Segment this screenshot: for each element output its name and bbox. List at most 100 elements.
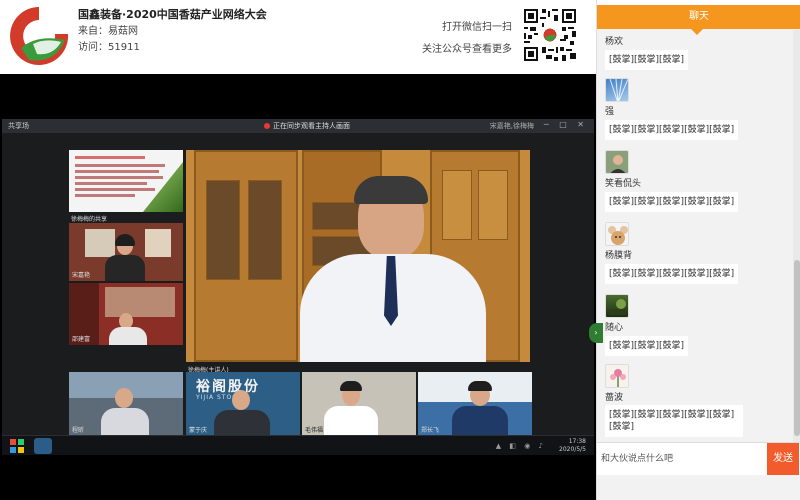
wall-poster (85, 229, 115, 257)
page-title: 国鑫装备·2020中国香菇产业网络大会 (78, 8, 267, 21)
wechat-scan-hint: 打开微信扫一扫 (442, 22, 512, 33)
participant-body (214, 410, 270, 436)
chat-bubble: [鼓掌][鼓掌][鼓掌][鼓掌][鼓掌] (605, 264, 739, 284)
chat-panel: 聊天 杨欢 [鼓掌][鼓掌][鼓掌] 强 [鼓掌][鼓掌][鼓掌][鼓掌][鼓掌… (589, 0, 800, 500)
page-header: 国鑫装备·2020中国香菇产业网络大会 来自：易菇网 访问：51911 打开微信… (0, 0, 596, 74)
system-tray-icons[interactable]: ▲ ◧ ◉ ♪ (496, 442, 546, 450)
chat-message: 笑看侃头 [鼓掌][鼓掌][鼓掌][鼓掌][鼓掌] (605, 150, 739, 212)
participant-tile-p1[interactable]: 宋嘉艳 (69, 223, 183, 281)
chat-username[interactable]: 随心 (605, 320, 688, 333)
tab-chat[interactable]: 聊天 (597, 5, 800, 29)
chat-scroll-thumb[interactable] (794, 260, 800, 436)
chat-message: 杨膜背 [鼓掌][鼓掌][鼓掌][鼓掌][鼓掌] (605, 222, 739, 284)
participant-hair (340, 381, 362, 391)
chat-message: 强 [鼓掌][鼓掌][鼓掌][鼓掌][鼓掌] (605, 78, 739, 140)
participant-label-b3: 毛伟福 (305, 427, 324, 434)
chat-message: 杨欢 [鼓掌][鼓掌][鼓掌] (605, 32, 689, 70)
doc-text-line (75, 194, 135, 197)
shared-document-tile[interactable] (69, 150, 183, 212)
brand-logo (8, 5, 70, 67)
participant-face (115, 388, 133, 408)
meeting-app-icon[interactable] (34, 438, 52, 454)
participant-label-p2: 邵建富 (72, 336, 91, 343)
collapse-chat-icon[interactable]: › (589, 323, 603, 343)
views-label: 访问： (78, 42, 108, 53)
chat-bubble: [鼓掌][鼓掌][鼓掌] (605, 336, 689, 356)
person-icon (610, 155, 626, 173)
conference-grid: 徐梅梅的共享 宋嘉艳 邵建富 徐梅梅(主讲人) 程昕 裕阁股份 YIJIA ST… (2, 133, 594, 436)
person-avatar[interactable] (605, 150, 629, 174)
participant-tile-b2[interactable]: 裕阁股份 YIJIA STOCK 蒙于庆 (186, 372, 300, 436)
participant-hair (468, 381, 492, 391)
clock-time: 17:38 (568, 438, 586, 445)
nature-icon (610, 299, 626, 315)
participant-body (101, 408, 149, 436)
views-count: 51911 (108, 42, 140, 53)
light-rays-icon (609, 79, 628, 101)
share-label: 共享场 (8, 122, 29, 130)
send-button[interactable]: 发送 (767, 443, 799, 475)
chat-message: 蔷波 [鼓掌][鼓掌][鼓掌][鼓掌][鼓掌][鼓掌] (605, 364, 743, 437)
participant-label-b1: 程昕 (72, 427, 85, 434)
participant-label-shared: 徐梅梅的共享 (71, 216, 108, 223)
flower-icon (610, 369, 626, 387)
participant-body (324, 406, 378, 436)
doc-text-line (75, 164, 165, 167)
doc-text-line (75, 182, 147, 185)
room-wall (105, 287, 175, 317)
sync-status-text: 正在同步观看主持人画面 (273, 122, 350, 130)
chat-input-row: 发送 (597, 442, 800, 475)
record-icon (264, 123, 270, 129)
flower-avatar[interactable] (605, 364, 629, 388)
participant-hair (115, 234, 135, 246)
wall-poster (145, 229, 171, 257)
window-controls-icon[interactable]: ─ □ ✕ (544, 120, 588, 129)
doc-text-line (75, 176, 163, 179)
participant-tile-b3[interactable]: 毛伟福 (302, 372, 416, 436)
participant-label-p1: 宋嘉艳 (72, 272, 91, 279)
chat-bubble: [鼓掌][鼓掌][鼓掌][鼓掌][鼓掌] (605, 192, 739, 212)
chat-message: 随心 [鼓掌][鼓掌][鼓掌] (605, 294, 689, 356)
windows-start-icon[interactable] (10, 439, 24, 453)
chat-username[interactable]: 笑看侃头 (605, 176, 738, 189)
source-link[interactable]: 易菇网 (108, 26, 138, 37)
main-speaker-tile[interactable] (186, 150, 530, 362)
cabinet-door (478, 170, 508, 240)
participant-label-b2: 蒙于庆 (189, 427, 208, 434)
chat-bubble: [鼓掌][鼓掌][鼓掌][鼓掌][鼓掌] (605, 120, 739, 140)
mouse-avatar[interactable] (605, 222, 629, 246)
speaker-list: 宋嘉艳,徐梅梅 (489, 122, 534, 130)
participant-label-b4: 郑长飞 (421, 427, 440, 434)
chat-username[interactable]: 杨膜背 (605, 248, 738, 261)
speaker-hair (354, 176, 428, 204)
nature-avatar[interactable] (605, 294, 629, 318)
cabinet-door (442, 170, 472, 240)
participant-tile-b4[interactable]: 郑长飞 (418, 372, 532, 436)
qr-code (522, 7, 578, 63)
views-line: 访问：51911 (78, 38, 140, 53)
participant-body (109, 327, 147, 345)
follow-more-hint: 关注公众号查看更多 (422, 44, 512, 55)
participant-body (452, 406, 508, 436)
meeting-top-bar: 共享场 正在同步观看主持人画面 宋嘉艳,徐梅梅 ─ □ ✕ (2, 119, 594, 133)
desktop-taskbar: ▲ ◧ ◉ ♪ 17:38 2020/5/5 (2, 435, 594, 455)
chat-input[interactable] (597, 443, 767, 475)
chat-username[interactable]: 杨欢 (605, 34, 688, 47)
participant-face (232, 390, 250, 410)
sync-status: 正在同步观看主持人画面 (264, 121, 350, 131)
chat-username[interactable]: 蔷波 (605, 390, 743, 403)
mouse-icon (608, 226, 628, 245)
chat-bubble: [鼓掌][鼓掌][鼓掌][鼓掌][鼓掌][鼓掌] (605, 405, 743, 437)
source-line: 来自：易菇网 (78, 22, 138, 37)
page: 国鑫装备·2020中国香菇产业网络大会 来自：易菇网 访问：51911 打开微信… (0, 0, 800, 500)
chat-message-list[interactable]: 杨欢 [鼓掌][鼓掌][鼓掌] 强 [鼓掌][鼓掌][鼓掌][鼓掌][鼓掌] 笑… (597, 30, 793, 442)
chat-scrollbar[interactable] (793, 30, 800, 442)
participant-tile-p2[interactable]: 邵建富 (69, 283, 183, 345)
sky-avatar[interactable] (605, 78, 629, 102)
chat-username[interactable]: 强 (605, 104, 738, 117)
video-player[interactable]: 共享场 正在同步观看主持人画面 宋嘉艳,徐梅梅 ─ □ ✕ 徐梅梅的共享 宋嘉艳… (0, 74, 596, 500)
system-clock[interactable]: 17:38 2020/5/5 (559, 438, 586, 454)
chat-bubble: [鼓掌][鼓掌][鼓掌] (605, 50, 689, 70)
participant-tile-b1[interactable]: 程昕 (69, 372, 183, 436)
doc-text-line (75, 170, 159, 173)
